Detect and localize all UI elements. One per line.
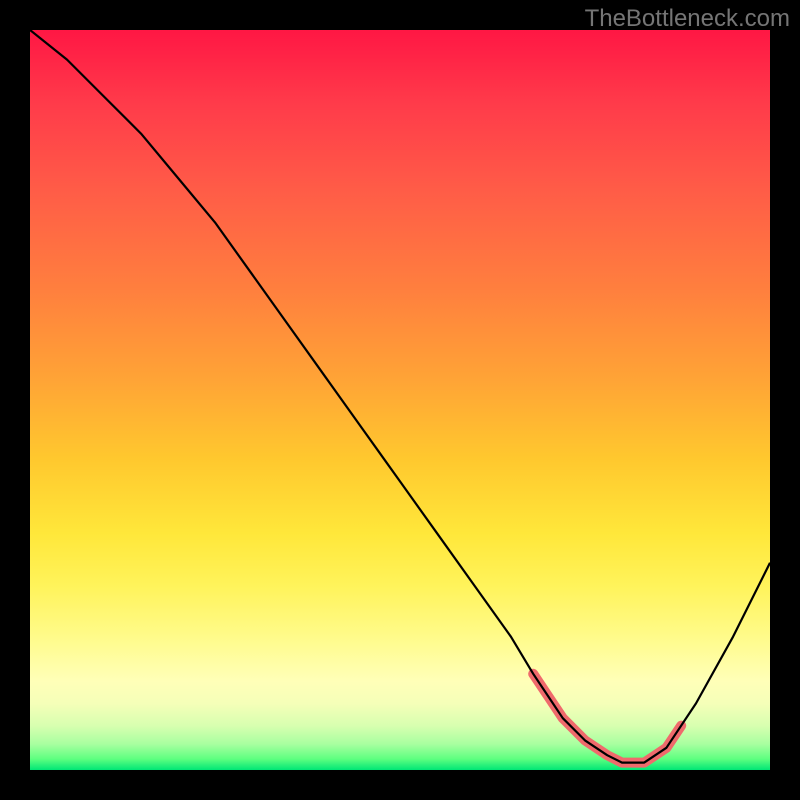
optimal-range-line — [533, 674, 681, 763]
watermark-text: TheBottleneck.com — [585, 5, 790, 33]
chart-svg — [30, 30, 770, 770]
chart-area — [30, 30, 770, 770]
bottleneck-curve-line — [30, 30, 770, 763]
